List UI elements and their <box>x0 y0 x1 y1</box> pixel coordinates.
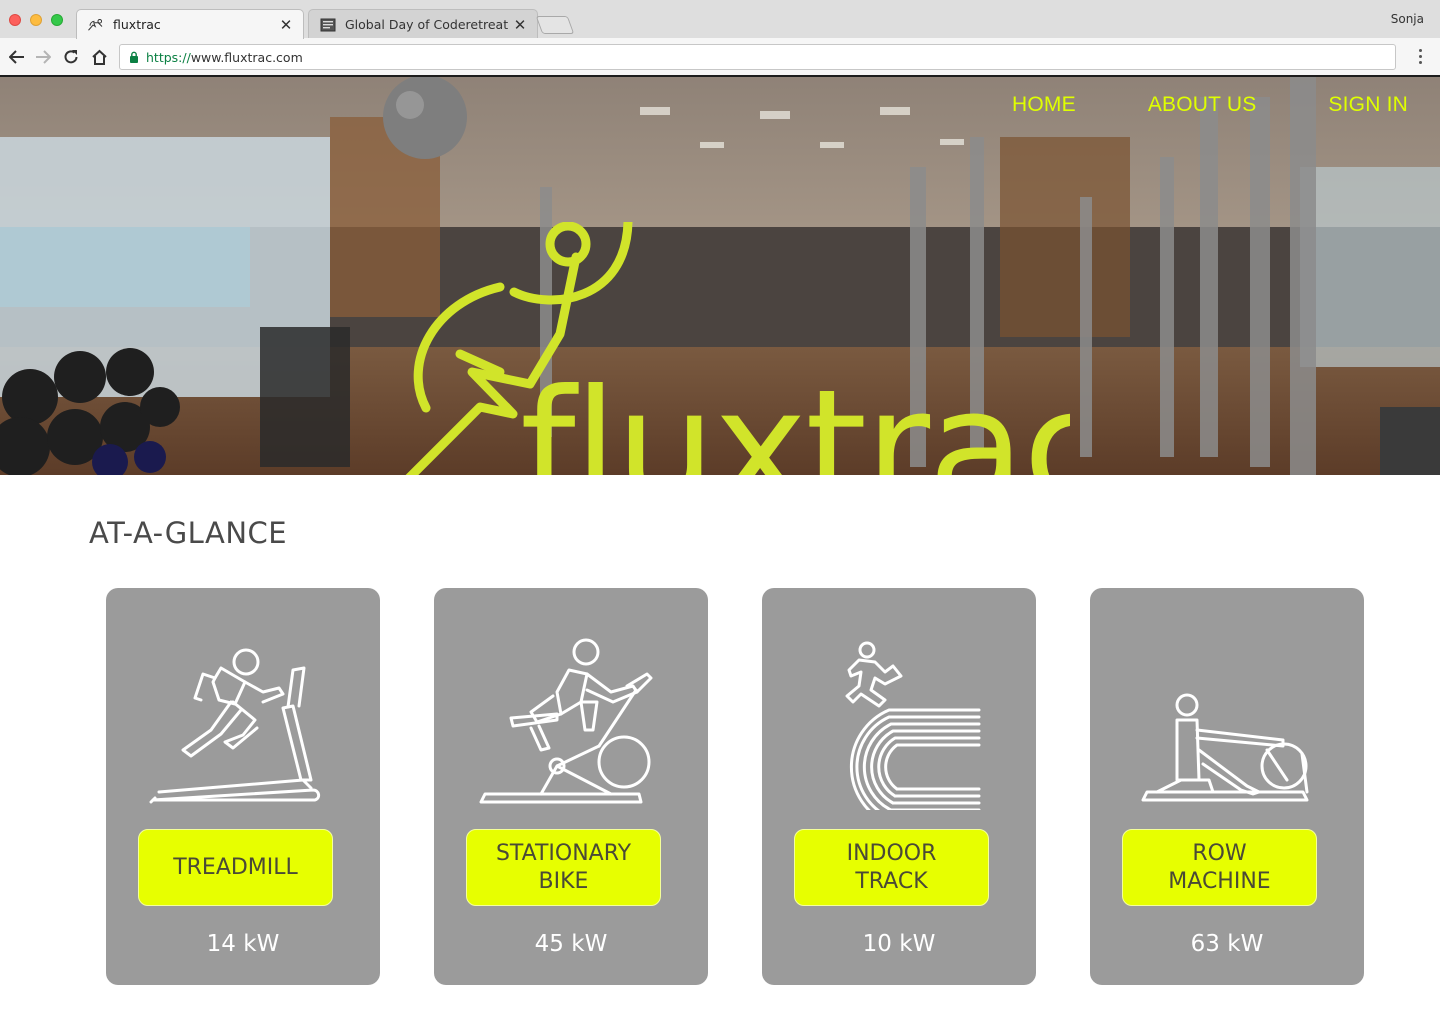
nav-home-link[interactable]: HOME <box>1012 93 1076 117</box>
nav-sign-in-link[interactable]: SIGN IN <box>1328 93 1408 117</box>
address-bar[interactable]: https:// www.fluxtrac.com <box>119 44 1396 70</box>
section-title: AT-A-GLANCE <box>89 516 288 550</box>
treadmill-button[interactable]: TREADMILL <box>138 829 333 906</box>
window-minimize-button[interactable] <box>30 14 42 26</box>
browser-menu-icon[interactable] <box>1419 49 1423 67</box>
lock-icon <box>130 51 138 63</box>
tab-label: fluxtrac <box>113 17 161 32</box>
indoor-track-power-reading: 10 kW <box>862 931 936 957</box>
tab-fluxtrac[interactable]: fluxtrac ✕ <box>76 9 304 39</box>
window-maximize-button[interactable] <box>51 14 63 26</box>
close-tab-icon[interactable]: ✕ <box>277 16 295 34</box>
equipment-card-treadmill: TREADMILL 14 kW <box>106 588 380 985</box>
home-button[interactable] <box>88 47 110 67</box>
hero-banner: fluxtrac HOME ABOUT US SIGN IN <box>0 77 1440 475</box>
treadmill-power-reading: 14 kW <box>206 931 280 957</box>
tab-label: Global Day of Coderetreat Val <box>345 17 511 32</box>
treadmill-icon <box>149 648 321 804</box>
top-navigation: HOME ABOUT US SIGN IN <box>940 93 1408 117</box>
back-arrow-icon <box>9 50 24 64</box>
profile-name[interactable]: Sonja <box>1391 12 1424 26</box>
window-close-button[interactable] <box>9 14 21 26</box>
equipment-card-indoor-track: INDOOR TRACK 10 kW <box>762 588 1036 985</box>
browser-toolbar: https:// www.fluxtrac.com <box>0 38 1440 77</box>
browser-title-bar: fluxtrac ✕ Global Day of Coderetreat Val… <box>0 0 1440 39</box>
stationary-bike-power-reading: 45 kW <box>534 931 608 957</box>
tab-global-day-of-coderetreat[interactable]: Global Day of Coderetreat Val ✕ <box>308 9 538 39</box>
runner-favicon-icon <box>88 18 103 31</box>
stationary-bike-button[interactable]: STATIONARY BIKE <box>466 829 661 906</box>
equipment-card-row-machine: ROW MACHINE 63 kW <box>1090 588 1364 985</box>
home-icon <box>91 49 107 65</box>
stationary-bike-icon <box>479 638 653 804</box>
reload-button[interactable] <box>60 47 82 67</box>
indoor-track-button[interactable]: INDOOR TRACK <box>794 829 989 906</box>
reload-icon <box>64 50 78 64</box>
new-tab-button[interactable] <box>535 16 575 34</box>
indoor-track-icon <box>845 641 981 810</box>
document-favicon-icon <box>320 18 336 31</box>
row-machine-power-reading: 63 kW <box>1190 931 1264 957</box>
logo-wordmark: fluxtrac <box>520 356 1070 475</box>
fluxtrac-logo: fluxtrac <box>405 222 1070 475</box>
equipment-card-stationary-bike: STATIONARY BIKE 45 kW <box>434 588 708 985</box>
back-button[interactable] <box>6 47 28 67</box>
forward-arrow-icon <box>36 50 51 64</box>
forward-button[interactable] <box>32 47 54 67</box>
row-machine-icon <box>1141 693 1309 802</box>
url-scheme: https:// <box>146 49 191 65</box>
close-tab-icon[interactable]: ✕ <box>511 16 529 34</box>
url-host: www.fluxtrac.com <box>190 49 303 65</box>
nav-about-us-link[interactable]: ABOUT US <box>1148 93 1257 117</box>
row-machine-button[interactable]: ROW MACHINE <box>1122 829 1317 906</box>
